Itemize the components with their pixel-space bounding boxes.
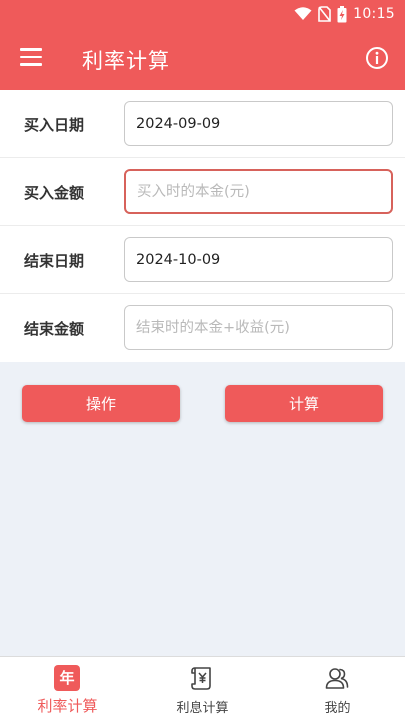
form-row-end-date: 结束日期 (0, 226, 405, 294)
end-amount-label: 结束金额 (24, 320, 85, 338)
no-sim-icon (318, 6, 331, 22)
form-row-buy-amount: 买入金额 (0, 158, 405, 226)
buy-date-field[interactable] (124, 101, 393, 146)
scroll-yuan-icon (191, 667, 211, 690)
form-row-end-amount: 结束金额 (0, 294, 405, 362)
wifi-icon (294, 7, 312, 20)
nav-item-interest-calc[interactable]: 利息计算 (135, 657, 270, 720)
rate-form: 买入日期 买入金额 结束日期 结束金额 (0, 90, 405, 362)
page-title: 利率计算 (82, 49, 170, 73)
buy-amount-field[interactable] (124, 169, 393, 214)
bottom-nav: 年 利率计算 利息计算 我的 (0, 656, 405, 720)
operate-button[interactable]: 操作 (22, 385, 180, 422)
buy-amount-label: 买入金额 (24, 184, 85, 202)
info-icon[interactable] (365, 46, 389, 70)
end-date-field[interactable] (124, 237, 393, 282)
nav-item-mine[interactable]: 我的 (270, 657, 405, 720)
nav-label-interest-calc: 利息计算 (176, 701, 229, 716)
nian-icon: 年 (54, 665, 80, 691)
form-row-buy-date: 买入日期 (0, 90, 405, 158)
status-time: 10:15 (353, 6, 395, 22)
end-amount-field[interactable] (124, 305, 393, 350)
nav-label-rate-calc: 利率计算 (37, 697, 98, 715)
battery-charging-icon (337, 5, 347, 22)
users-icon (325, 668, 349, 689)
menu-icon[interactable] (20, 48, 42, 66)
nav-label-mine: 我的 (324, 701, 351, 716)
buy-date-label: 买入日期 (24, 116, 85, 134)
end-date-label: 结束日期 (24, 252, 85, 270)
calculate-button[interactable]: 计算 (225, 385, 383, 422)
status-bar: 10:15 (0, 0, 405, 28)
app-bar: 利率计算 (0, 28, 405, 90)
status-icons: 10:15 (294, 4, 395, 24)
nav-item-rate-calc[interactable]: 年 利率计算 (0, 657, 135, 720)
